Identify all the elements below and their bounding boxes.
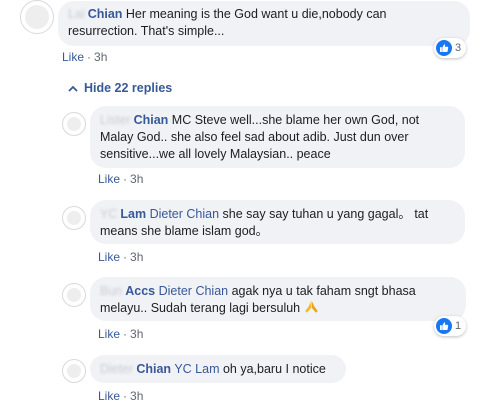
avatar[interactable] [62, 112, 86, 136]
like-link[interactable]: Like [98, 250, 120, 264]
avatar[interactable] [62, 283, 86, 307]
comment-text-line2: resurrection. That's simple... [68, 24, 225, 38]
praying-hands-icon [304, 301, 318, 313]
reply-mention[interactable]: YC Lam [174, 362, 219, 376]
reply-author[interactable]: Lam [120, 207, 146, 221]
timestamp[interactable]: 3h [130, 389, 143, 403]
reaction-count: 1 [455, 320, 462, 332]
reply-bubble: YC Lam Dieter Chian she say say tuhan u y… [90, 200, 465, 244]
reply-text-line1: oh ya,baru I notice [222, 362, 326, 376]
like-link[interactable]: Like [98, 327, 120, 341]
reply-meta: Like · 3h [98, 250, 143, 264]
hide-replies-toggle[interactable]: Hide 22 replies [68, 81, 172, 95]
reply-bubble: Lister Chian MC Steve well...she blame he… [90, 106, 465, 168]
separator: · [123, 327, 128, 341]
reply-author-blurred: Dieter [100, 362, 134, 376]
reply-text-line1: agak nya u tak faham sngt bhasa [231, 284, 416, 298]
reaction-count-badge[interactable]: 1 [434, 316, 467, 336]
avatar[interactable] [62, 359, 86, 383]
timestamp[interactable]: 3h [130, 250, 143, 264]
reply-bubble: Bun Accs Dieter Chian agak nya u tak faha… [90, 277, 466, 321]
separator: · [123, 389, 128, 403]
timestamp[interactable]: 3h [130, 172, 143, 186]
comment-bubble: Lai Chian Her meaning is the God want u d… [58, 1, 470, 46]
reply-text-line3: sensitive...we all lovely Malaysian.. pe… [100, 147, 331, 161]
reply-bubble: Dieter Chian YC Lam oh ya,baru I notice [90, 355, 346, 383]
comment-author-blurred: Lai [68, 7, 85, 21]
separator: · [123, 250, 128, 264]
separator: · [123, 172, 128, 186]
reply-meta: Like · 3h [98, 327, 143, 341]
like-icon [436, 40, 452, 56]
like-link[interactable]: Like [98, 172, 120, 186]
comment-text-line1: Her meaning is the God want u die,nobody… [125, 7, 387, 21]
reaction-count-badge[interactable]: 3 [434, 38, 467, 58]
reply-text-line2: Malay God.. she also feel sad about adib… [100, 130, 409, 144]
reply-text-line2: melayu.. Sudah terang lagi bersuluh [100, 301, 301, 315]
reply-author[interactable]: Chian [134, 113, 169, 127]
like-link[interactable]: Like [62, 50, 84, 64]
comment-meta: Like · 3h [62, 50, 107, 64]
reply-meta: Like · 3h [98, 172, 143, 186]
reply-text-line1: MC Steve well...she blame her own God, n… [171, 113, 420, 127]
reply-author-blurred: YC [100, 207, 118, 221]
reply-mention[interactable]: Dieter Chian [159, 284, 228, 298]
reply-text-line2: means she blame islam god。 [100, 224, 269, 238]
reply-author-blurred: Bun [100, 284, 123, 298]
reaction-count: 3 [455, 42, 462, 54]
separator: · [87, 50, 92, 64]
timestamp[interactable]: 3h [130, 327, 143, 341]
comment-author[interactable]: Chian [88, 7, 123, 21]
reply-author[interactable]: Chian [136, 362, 171, 376]
reply-author[interactable]: Accs [125, 284, 155, 298]
like-link[interactable]: Like [98, 389, 120, 403]
avatar[interactable] [62, 206, 86, 230]
reply-text-line1: she say say tuhan u yang gagal。 tat [222, 207, 429, 221]
avatar[interactable] [20, 0, 54, 34]
reply-meta: Like · 3h [98, 389, 143, 403]
reply-mention[interactable]: Dieter Chian [150, 207, 219, 221]
timestamp[interactable]: 3h [94, 50, 107, 64]
like-icon [436, 318, 452, 334]
hide-replies-label: Hide 22 replies [84, 81, 173, 95]
reply-author-blurred: Lister [100, 113, 131, 127]
chevron-up-icon [68, 85, 78, 92]
